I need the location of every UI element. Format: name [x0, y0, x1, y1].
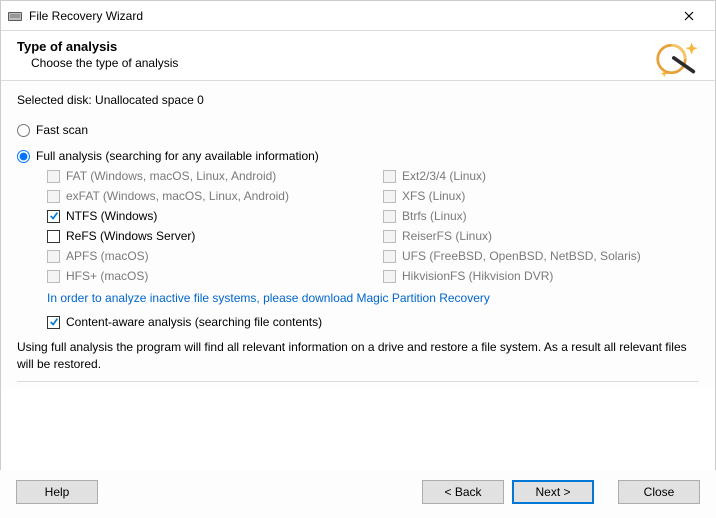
checkbox-icon — [47, 270, 60, 283]
filesystem-checkbox: XFS (Linux) — [383, 189, 699, 203]
filesystem-checkbox: exFAT (Windows, macOS, Linux, Android) — [47, 189, 363, 203]
full-analysis-label: Full analysis (searching for any availab… — [36, 149, 319, 163]
filesystem-label: XFS (Linux) — [402, 189, 465, 203]
next-button[interactable]: Next > — [512, 480, 594, 504]
fast-scan-radio[interactable] — [17, 124, 30, 137]
close-button[interactable]: Close — [618, 480, 700, 504]
filesystem-label: exFAT (Windows, macOS, Linux, Android) — [66, 189, 289, 203]
fast-scan-label: Fast scan — [36, 123, 88, 137]
filesystem-label: FAT (Windows, macOS, Linux, Android) — [66, 169, 276, 183]
checkbox-icon — [47, 230, 60, 243]
download-link[interactable]: In order to analyze inactive file system… — [47, 291, 699, 305]
filesystem-checkbox: ReiserFS (Linux) — [383, 229, 699, 243]
checkbox-icon — [383, 170, 396, 183]
filesystem-label: NTFS (Windows) — [66, 209, 157, 223]
header-title: Type of analysis — [17, 39, 699, 54]
filesystem-grid: FAT (Windows, macOS, Linux, Android) Ext2… — [47, 169, 699, 283]
wizard-wand-icon — [655, 37, 699, 81]
checkbox-icon — [47, 316, 60, 329]
full-analysis-option[interactable]: Full analysis (searching for any availab… — [17, 149, 699, 163]
filesystem-checkbox: Ext2/3/4 (Linux) — [383, 169, 699, 183]
filesystem-label: UFS (FreeBSD, OpenBSD, NetBSD, Solaris) — [402, 249, 641, 263]
filesystem-label: ReiserFS (Linux) — [402, 229, 492, 243]
fast-scan-option[interactable]: Fast scan — [17, 123, 699, 137]
checkbox-icon — [383, 210, 396, 223]
filesystem-checkbox[interactable]: ReFS (Windows Server) — [47, 229, 363, 243]
content-aware-label: Content-aware analysis (searching file c… — [66, 315, 322, 329]
window-close-button[interactable] — [669, 1, 709, 31]
wizard-header: Type of analysis Choose the type of anal… — [1, 31, 715, 81]
checkbox-icon — [47, 190, 60, 203]
explain-text: Using full analysis the program will fin… — [17, 339, 699, 373]
checkbox-icon — [383, 190, 396, 203]
filesystem-label: Ext2/3/4 (Linux) — [402, 169, 486, 183]
app-icon — [7, 8, 23, 24]
full-analysis-radio[interactable] — [17, 150, 30, 163]
filesystem-checkbox: HikvisionFS (Hikvision DVR) — [383, 269, 699, 283]
wizard-body: Selected disk: Unallocated space 0 Fast … — [1, 81, 715, 388]
window-title: File Recovery Wizard — [29, 9, 143, 23]
filesystem-checkbox: Btrfs (Linux) — [383, 209, 699, 223]
checkbox-icon — [47, 250, 60, 263]
filesystem-label: Btrfs (Linux) — [402, 209, 467, 223]
checkbox-icon — [47, 170, 60, 183]
selected-disk-label: Selected disk: Unallocated space 0 — [17, 93, 699, 107]
wizard-footer: Help < Back Next > Close — [0, 470, 716, 518]
checkbox-icon — [383, 250, 396, 263]
separator — [17, 381, 699, 382]
filesystem-label: ReFS (Windows Server) — [66, 229, 195, 243]
header-subtitle: Choose the type of analysis — [31, 56, 699, 70]
filesystem-checkbox: UFS (FreeBSD, OpenBSD, NetBSD, Solaris) — [383, 249, 699, 263]
filesystem-checkbox: HFS+ (macOS) — [47, 269, 363, 283]
checkbox-icon — [383, 230, 396, 243]
filesystem-checkbox: FAT (Windows, macOS, Linux, Android) — [47, 169, 363, 183]
back-button[interactable]: < Back — [422, 480, 504, 504]
help-button[interactable]: Help — [16, 480, 98, 504]
filesystem-checkbox[interactable]: NTFS (Windows) — [47, 209, 363, 223]
filesystem-label: HikvisionFS (Hikvision DVR) — [402, 269, 553, 283]
checkbox-icon — [383, 270, 396, 283]
filesystem-label: APFS (macOS) — [66, 249, 149, 263]
title-bar: File Recovery Wizard — [1, 1, 715, 31]
content-aware-checkbox[interactable]: Content-aware analysis (searching file c… — [47, 315, 699, 329]
filesystem-checkbox: APFS (macOS) — [47, 249, 363, 263]
filesystem-label: HFS+ (macOS) — [66, 269, 148, 283]
checkbox-icon — [47, 210, 60, 223]
